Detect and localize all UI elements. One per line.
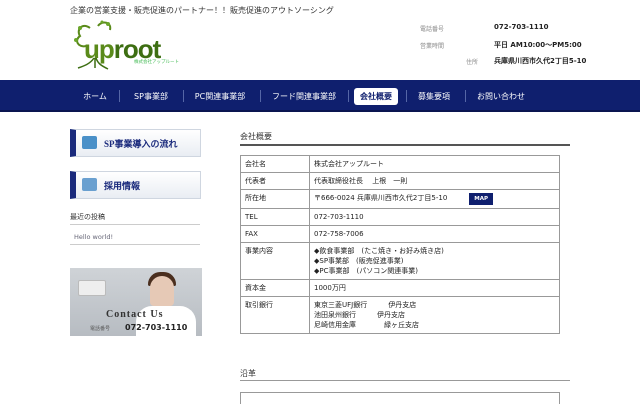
table-row: FAX 072-758-7006: [240, 225, 560, 243]
row-value: 1000万円: [309, 279, 560, 297]
row-label: 所在地: [240, 189, 310, 209]
phone-value: 072-703-1110: [494, 23, 549, 31]
nav-recruit[interactable]: 募集要項: [412, 88, 456, 105]
nav-pc[interactable]: PC関連事業部: [190, 88, 250, 105]
operator-image: [150, 276, 174, 306]
contact-us-banner[interactable]: Contact Us 電話番号 072-703-1110: [70, 268, 202, 336]
nav-separator: [348, 90, 349, 102]
sp-flow-banner[interactable]: SP事業導入の流れ: [70, 129, 201, 157]
table-row: 代表者 代表取締役社長 上根 一則: [240, 172, 560, 190]
row-label: 資本金: [240, 279, 310, 297]
nav-separator: [465, 90, 466, 102]
recruit-banner[interactable]: 採用情報: [70, 171, 201, 199]
history-table: [240, 392, 560, 404]
phone-label: 電話番号: [420, 26, 445, 33]
recent-post-link[interactable]: Hello world!: [74, 233, 113, 241]
address-text: 〒666-0024 兵庫県川西市久代2丁目5-10: [314, 194, 448, 202]
nav-separator: [183, 90, 184, 102]
row-value: 〒666-0024 兵庫県川西市久代2丁目5-10 MAP: [309, 189, 560, 209]
row-value-line: 〒666-0024 兵庫県川西市久代2丁目5-10 MAP: [314, 193, 555, 205]
table-row: 事業内容 ◆飲食事業部 (たこ焼き・お好み焼き店) ◆SP事業部 (販売促進事業) ◆…: [240, 242, 560, 280]
row-value: 072-703-1110: [309, 208, 560, 226]
row-value-line: ◆飲食事業部 (たこ焼き・お好み焼き店): [314, 247, 444, 255]
row-value-line: ◆PC事業部 (パソコン関連事業): [314, 267, 418, 275]
nav-food[interactable]: フード関連事業部: [266, 88, 342, 105]
logo-subtitle: 株式会社アップルート: [134, 60, 179, 65]
history-title: 沿革: [240, 369, 256, 378]
row-label: 会社名: [240, 155, 310, 173]
nav-separator: [260, 90, 261, 102]
table-row: TEL 072-703-1110: [240, 208, 560, 226]
row-label: TEL: [240, 208, 310, 226]
row-value: ◆飲食事業部 (たこ焼き・お好み焼き店) ◆SP事業部 (販売促進事業) ◆PC事業…: [309, 242, 560, 280]
contact-tel: 072-703-1110: [125, 323, 188, 332]
row-value-line: 池田泉州銀行 伊丹支店: [314, 311, 405, 319]
contact-tel-label: 電話番号: [90, 326, 111, 332]
table-row: 会社名 株式会社アップルート: [240, 155, 560, 173]
row-value-line: 株式会社アップルート: [314, 160, 384, 168]
row-value: 東京三菱UFJ銀行 伊丹支店 池田泉州銀行 伊丹支店尼崎信用金庫 緑ヶ丘支店: [309, 296, 560, 334]
nav-sp[interactable]: SP事業部: [126, 88, 176, 105]
row-value-line: 尼崎信用金庫 緑ヶ丘支店: [314, 321, 419, 329]
divider: [70, 224, 200, 225]
hours-label: 営業時間: [420, 43, 445, 50]
row-value-line: 東京三菱UFJ銀行 伊丹支店: [314, 301, 417, 309]
page-title: 会社概要: [240, 132, 272, 141]
row-label: 代表者: [240, 172, 310, 190]
site-logo[interactable]: uproot 株式会社アップルート: [72, 20, 179, 70]
recruit-banner-label: 採用情報: [104, 181, 141, 191]
document-icon: [82, 178, 97, 191]
title-underline: [240, 144, 570, 146]
row-value-line: 072-758-7006: [314, 230, 364, 238]
row-label: 事業内容: [240, 242, 310, 280]
site-tagline: 企業の営業支援・販売促進のパートナー！！販売促進のアウトソーシング: [70, 6, 334, 15]
row-value-line: ◆SP事業部 (販売促進事業): [314, 257, 404, 265]
table-row: 所在地 〒666-0024 兵庫県川西市久代2丁目5-10 MAP: [240, 189, 560, 209]
nav-separator: [119, 90, 120, 102]
contact-us-title: Contact Us: [106, 309, 164, 320]
nav-contact[interactable]: お問い合わせ: [471, 88, 531, 105]
company-info-table: 会社名 株式会社アップルート 代表者 代表取締役社長 上根 一則 所在地 〒666-002…: [240, 155, 560, 334]
row-value: 株式会社アップルート: [309, 155, 560, 173]
recent-posts-heading: 最近の投稿: [70, 213, 105, 221]
row-value: 072-758-7006: [309, 225, 560, 243]
row-value-line: 1000万円: [314, 284, 346, 292]
nav-separator: [406, 90, 407, 102]
sp-flow-banner-label: SP事業導入の流れ: [104, 139, 178, 149]
row-label: FAX: [240, 225, 310, 243]
history-underline: [240, 380, 570, 381]
divider: [70, 244, 200, 245]
map-button[interactable]: MAP: [469, 193, 494, 205]
address-value: 兵庫県川西市久代2丁目5-10: [494, 57, 587, 65]
telephone-icon: [78, 280, 106, 296]
address-label: 住所: [466, 59, 479, 66]
nav-company[interactable]: 会社概要: [354, 88, 398, 105]
row-value: 代表取締役社長 上根 一則: [309, 172, 560, 190]
row-label: 取引銀行: [240, 296, 310, 334]
table-row: 資本金 1000万円: [240, 279, 560, 297]
table-row: 取引銀行 東京三菱UFJ銀行 伊丹支店 池田泉州銀行 伊丹支店尼崎信用金庫 緑ヶ丘支…: [240, 296, 560, 334]
row-value-line: 代表取締役社長 上根 一則: [314, 177, 408, 185]
nav-home[interactable]: ホーム: [76, 88, 114, 105]
main-nav: ホーム SP事業部 PC関連事業部 フード関連事業部 会社概要 募集要項 お問い…: [0, 80, 640, 112]
folder-icon: [82, 136, 97, 149]
row-value-line: 072-703-1110: [314, 213, 364, 221]
hours-value: 平日 AM10:00〜PM5:00: [494, 41, 582, 49]
